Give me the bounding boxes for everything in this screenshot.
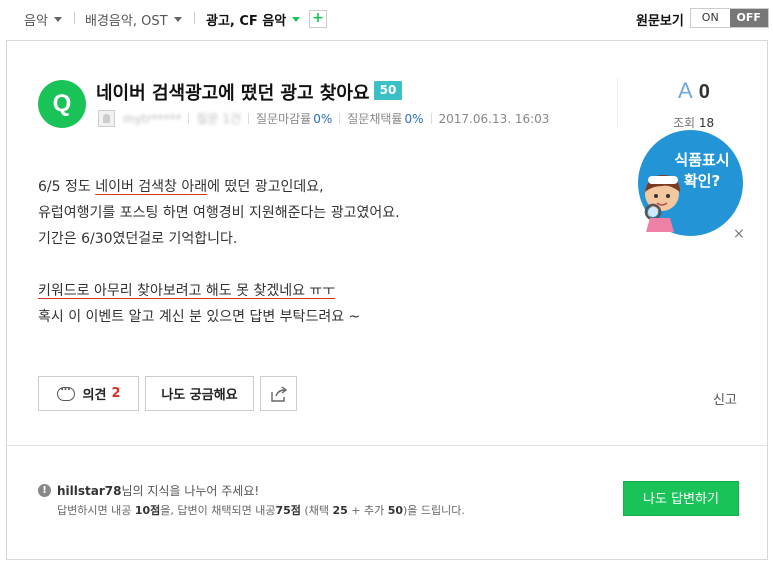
ad-line-1: 식품표시 [674, 151, 730, 169]
select-rate-value: 0% [404, 111, 424, 126]
breadcrumb-item-music[interactable]: 음악 [24, 10, 62, 29]
info-icon: ! [38, 484, 51, 497]
body-text-underlined: 키워드로 아무리 찾아보려고 해도 못 찾겠네요 ㅠㅜ [38, 283, 336, 299]
share-button[interactable] [260, 376, 297, 411]
points-text: )을 드립니다. [403, 504, 465, 517]
answer-count: 0 [698, 81, 710, 103]
speech-bubble-icon [56, 382, 75, 401]
divider [430, 113, 432, 124]
comment-count: 2 [111, 386, 121, 401]
points-value: 75점 [275, 504, 301, 517]
original-view-label: 원문보기 [636, 14, 684, 29]
question-q-icon: Q [38, 80, 86, 128]
body-line: 기간은 6/30였던걸로 기억합니다. [38, 231, 238, 247]
me-too-curious-button[interactable]: 나도 궁금해요 [145, 376, 254, 411]
divider [7, 445, 767, 446]
add-category-button[interactable]: + [309, 10, 327, 28]
points-value: 10점 [134, 504, 161, 517]
answer-count-box: A 0 [678, 78, 710, 104]
body-text: 6/5 정도 [38, 179, 96, 195]
question-meta: mytr***** 질문 1건 질문마감률 0% 질문채택률 0% 2017.0… [98, 110, 549, 127]
caret-down-icon [53, 17, 62, 22]
points-value: 25 [332, 504, 348, 517]
points-value: 50 [387, 504, 404, 517]
author-question-count: 질문 1건 [196, 112, 242, 126]
divider [248, 113, 250, 124]
views-label: 조회 [673, 116, 696, 130]
divider [74, 12, 75, 24]
body-text-underlined: 네이버 검색창 아래 [95, 179, 208, 195]
answer-a-icon: A [678, 78, 693, 103]
breadcrumb-item-cf-music[interactable]: 광고, CF 음악 [206, 10, 301, 29]
avatar[interactable] [98, 110, 115, 127]
food-label-ad[interactable]: 식품표시 확인? [638, 130, 743, 236]
breadcrumb: 음악 배경음악, OST 광고, CF 음악 + 원문보기 ON OFF [0, 0, 773, 38]
answer-prompt: ! hillstar78 님의 지식을 나누어 주세요! [38, 482, 259, 499]
question-body: 6/5 정도 네이버 검색창 아래에 떴던 광고인데요, 유럽여행기를 포스팅 … [38, 174, 400, 330]
question-date: 2017.06.13. 16:03 [438, 111, 550, 126]
divider [194, 12, 195, 24]
view-count: 조회 18 [673, 114, 714, 131]
views-value: 18 [698, 116, 715, 130]
divider [617, 78, 618, 128]
prompt-text: 님의 지식을 나누어 주세요! [121, 484, 260, 498]
body-line: 키워드로 아무리 찾아보려고 해도 못 찾겠네요 ㅠㅜ [38, 278, 400, 304]
breadcrumb-item-bgm[interactable]: 배경음악, OST [85, 10, 182, 29]
share-icon [270, 385, 287, 402]
ad-close-icon[interactable]: × [733, 226, 745, 242]
report-link[interactable]: 신고 [713, 389, 737, 408]
body-line: 6/5 정도 네이버 검색창 아래에 떴던 광고인데요, [38, 174, 400, 200]
body-text: 에 떴던 광고인데요, [207, 179, 324, 195]
toggle-off-button[interactable]: OFF [729, 9, 768, 27]
breadcrumb-label: 광고, CF 음악 [206, 14, 287, 29]
select-rate-label: 질문채택률 [347, 112, 403, 126]
question-title: 네이버 검색광고에 떴던 광고 찾아요 ~! [96, 83, 400, 104]
divider [188, 113, 190, 124]
caret-down-icon [292, 17, 301, 22]
breadcrumb-label: 음악 [24, 14, 48, 29]
comment-label: 의견 [82, 388, 107, 403]
points-text: + 추가 [347, 504, 388, 517]
original-view-toggle[interactable]: ON OFF [690, 8, 769, 28]
breadcrumb-label: 배경음악, OST [85, 14, 168, 29]
body-line: 혹시 이 이벤트 알고 계신 분 있으면 답변 부탁드려요 ~ [38, 309, 361, 325]
points-info: 답변하시면 내공 10점을, 답변이 채택되면 내공75점 (채택 25 + 추… [57, 502, 465, 518]
points-badge: 50 [374, 81, 402, 100]
close-rate-value: 0% [313, 111, 333, 126]
author-name[interactable]: mytr***** [123, 112, 181, 126]
mascot-girl-icon [644, 174, 680, 232]
close-rate-label: 질문마감률 [256, 112, 312, 126]
points-text: (채택 [300, 504, 333, 517]
divider [339, 113, 341, 124]
points-text: 을, 답변이 채택되면 내공 [160, 504, 276, 517]
points-text: 답변하시면 내공 [57, 504, 135, 517]
write-answer-button[interactable]: 나도 답변하기 [623, 481, 739, 516]
prompt-username[interactable]: hillstar78 [57, 484, 121, 498]
caret-down-icon [173, 17, 182, 22]
comment-button[interactable]: 의견 2 [38, 376, 139, 411]
body-line: 유럽여행기를 포스팅 하면 여행경비 지원해준다는 광고였어요. [38, 205, 400, 221]
toggle-on-button[interactable]: ON [691, 9, 730, 27]
